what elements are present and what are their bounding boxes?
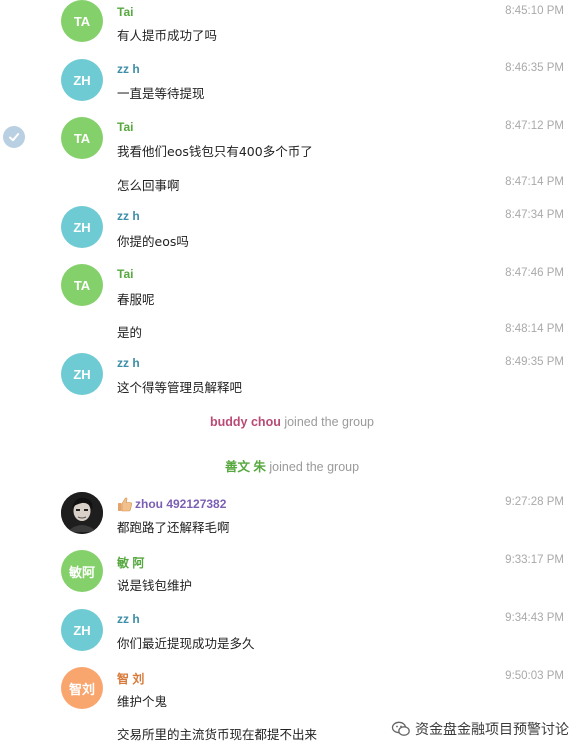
sender-name[interactable]: zz h — [117, 209, 140, 223]
event-action: joined the group — [269, 460, 360, 474]
sender-name[interactable]: zz h — [117, 356, 140, 370]
join-event: buddy chou joined the group — [0, 415, 584, 429]
avatar[interactable]: TA — [61, 264, 103, 306]
message-time: 9:50:03 PM — [505, 670, 564, 682]
event-user[interactable]: 善文 朱 — [225, 460, 266, 474]
chat-history: TA Tai 8:45:10 PM 有人提币成功了吗 ZH zz h 8:46:… — [0, 0, 584, 755]
message-time: 9:33:17 PM — [505, 554, 564, 566]
wechat-watermark: 资金盘金融项目预警讨论 — [391, 715, 584, 743]
avatar[interactable]: TA — [61, 0, 103, 42]
message-time: 8:45:10 PM — [505, 5, 564, 17]
message-time: 9:27:28 PM — [505, 496, 564, 508]
event-action: joined the group — [284, 415, 374, 429]
sender-name[interactable]: 敏 阿 — [117, 554, 144, 571]
message-text: 有人提币成功了吗 — [117, 28, 218, 43]
message-text: 怎么回事啊 — [117, 178, 180, 193]
avatar[interactable]: ZH — [61, 353, 103, 395]
wechat-logo-icon — [391, 719, 411, 739]
message-text: 春服呢 — [117, 292, 155, 307]
sender-name[interactable]: Tai — [117, 267, 133, 281]
message-text: 一直是等待提现 — [117, 86, 205, 101]
message-text: 交易所里的主流货币现在都提不出来 — [117, 727, 318, 742]
message-text: 我看他们eos钱包只有400多个币了 — [117, 144, 313, 159]
avatar[interactable]: TA — [61, 117, 103, 159]
event-user[interactable]: buddy chou — [210, 415, 281, 429]
sender-name[interactable]: Tai — [117, 120, 133, 134]
message-time: 8:46:35 PM — [505, 62, 564, 74]
avatar[interactable]: ZH — [61, 609, 103, 651]
message-time: 8:47:12 PM — [505, 120, 564, 132]
message-text: 这个得等管理员解释吧 — [117, 380, 243, 395]
message-text: 维护个鬼 — [117, 694, 168, 709]
sender-name-row[interactable]: zhou 492127382 — [117, 496, 226, 512]
message-time: 8:48:14 PM — [505, 323, 564, 335]
avatar[interactable]: ZH — [61, 206, 103, 248]
sender-name[interactable]: Tai — [117, 5, 133, 19]
selected-check-icon[interactable] — [3, 126, 25, 148]
watermark-text: 资金盘金融项目预警讨论 — [415, 722, 569, 738]
message-time: 8:47:46 PM — [505, 267, 564, 279]
avatar[interactable]: 敏阿 — [61, 550, 103, 592]
sender-name[interactable]: zz h — [117, 62, 140, 76]
avatar[interactable]: 智刘 — [61, 667, 103, 709]
sender-name[interactable]: 智 刘 — [117, 670, 144, 687]
thumbs-up-icon — [117, 496, 133, 512]
join-event: 善文 朱 joined the group — [0, 456, 584, 475]
user-photo-avatar[interactable] — [61, 492, 103, 534]
sender-name[interactable]: zhou 492127382 — [135, 497, 226, 511]
message-text: 是的 — [117, 325, 143, 340]
message-time: 9:34:43 PM — [505, 612, 564, 624]
message-time: 8:47:34 PM — [505, 209, 564, 221]
message-text: 说是钱包维护 — [117, 578, 193, 593]
message-text: 你提的eos吗 — [117, 234, 189, 249]
message-text: 都跑路了还解释毛啊 — [117, 520, 230, 535]
message-time: 8:47:14 PM — [505, 176, 564, 188]
sender-name[interactable]: zz h — [117, 612, 140, 626]
message-time: 8:49:35 PM — [505, 356, 564, 368]
message-text: 你们最近提现成功是多久 — [117, 636, 255, 651]
avatar[interactable]: ZH — [61, 59, 103, 101]
